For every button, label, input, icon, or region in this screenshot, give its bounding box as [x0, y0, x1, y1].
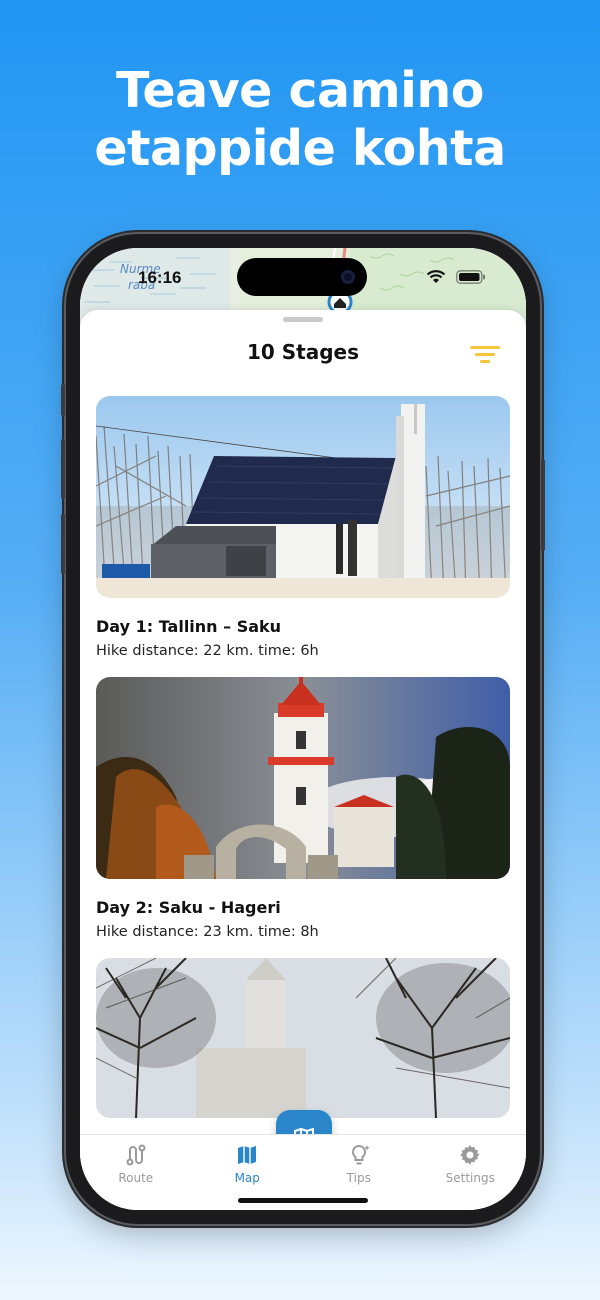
tab-settings-label: Settings	[445, 1171, 495, 1185]
church-photo-1	[96, 396, 510, 598]
headline-line-2: etappide kohta	[94, 120, 506, 177]
tab-route[interactable]: Route	[80, 1135, 192, 1210]
power-button	[541, 459, 545, 551]
tab-settings[interactable]: Settings	[415, 1135, 527, 1210]
tab-map-label: Map	[234, 1171, 260, 1185]
map-icon	[238, 1146, 257, 1164]
filter-icon	[470, 346, 500, 363]
promo-headline: Teave camino etappide kohta	[0, 62, 600, 178]
status-time: 16:16	[138, 268, 182, 287]
stage-photo[interactable]	[96, 677, 510, 879]
volume-down-button	[61, 514, 65, 574]
sheet-title: 10 Stages	[246, 340, 360, 364]
church-photo-2	[96, 677, 510, 879]
volume-up-button	[61, 439, 65, 499]
battery-icon	[456, 270, 485, 284]
status-icons	[426, 270, 486, 284]
lightbulb-icon	[351, 1144, 370, 1165]
church-photo-3	[96, 958, 510, 1118]
gear-icon	[460, 1145, 480, 1165]
home-indicator[interactable]	[238, 1198, 368, 1203]
phone-screen: Nurme raba 16:16 10 Stages Day 1: Tallin…	[80, 248, 526, 1210]
stage-title: Day 2: Saku - Hageri	[96, 898, 281, 917]
filter-button[interactable]	[468, 342, 502, 368]
sheet-grabber[interactable]	[283, 317, 323, 322]
phone-frame: Nurme raba 16:16 10 Stages Day 1: Tallin…	[61, 234, 545, 1224]
action-button	[61, 384, 65, 416]
dynamic-island	[237, 258, 367, 296]
stage-subtitle: Hike distance: 22 km. time: 6h	[96, 643, 319, 659]
route-icon	[126, 1144, 146, 1166]
stage-photo[interactable]	[96, 396, 510, 598]
headline-line-1: Teave camino	[116, 62, 484, 119]
stage-card[interactable]: Day 2: Saku - Hageri Hike distance: 23 k…	[96, 677, 510, 942]
status-bar: 16:16	[80, 248, 526, 308]
tab-tips-label: Tips	[346, 1171, 371, 1185]
stage-title: Day 1: Tallinn – Saku	[96, 617, 282, 636]
stage-card[interactable]	[96, 958, 510, 1118]
stages-list[interactable]: Day 1: Tallinn – Saku Hike distance: 22 …	[96, 396, 510, 1118]
wifi-icon	[426, 270, 446, 283]
stage-photo[interactable]	[96, 958, 510, 1118]
stages-sheet[interactable]: 10 Stages Day 1: Tallinn – Saku Hike dis…	[80, 310, 526, 1210]
front-camera-icon	[341, 270, 355, 284]
stage-subtitle: Hike distance: 23 km. time: 8h	[96, 924, 319, 940]
tab-route-label: Route	[118, 1171, 154, 1185]
stage-card[interactable]: Day 1: Tallinn – Saku Hike distance: 22 …	[96, 396, 510, 661]
